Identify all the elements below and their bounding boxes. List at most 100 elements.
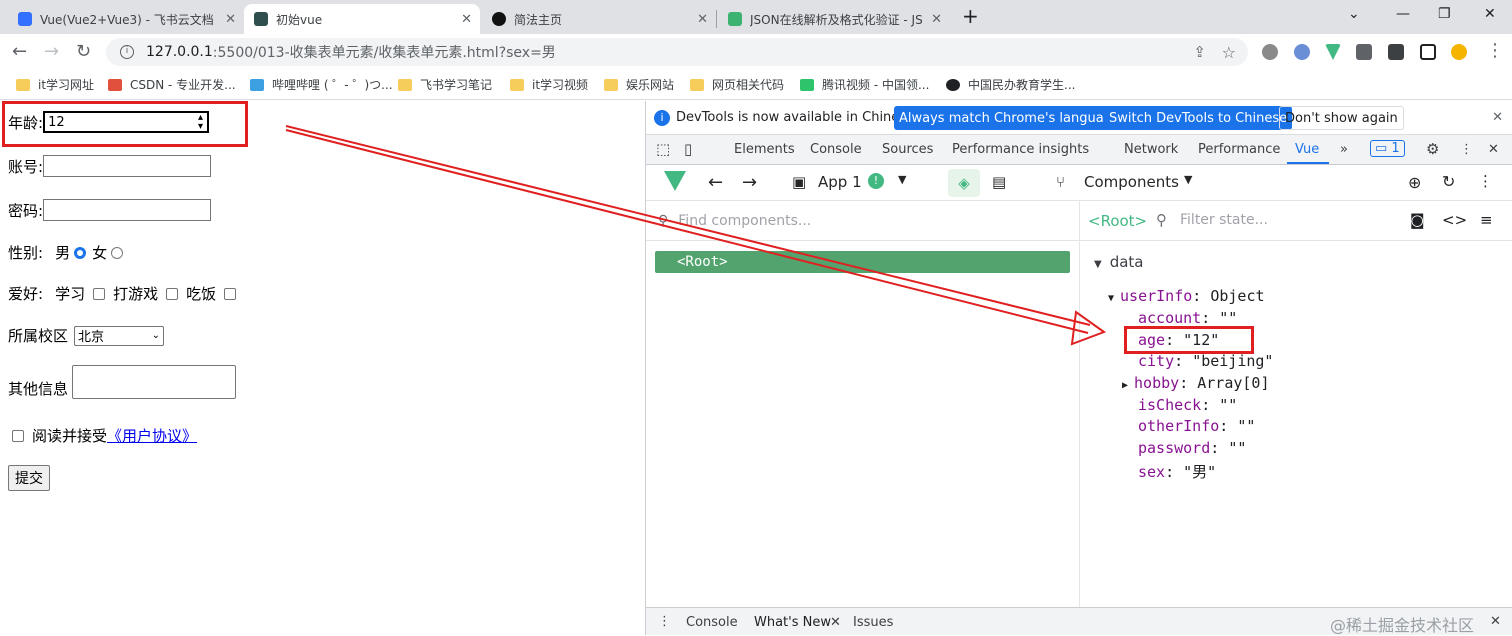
switch-to-chinese-button[interactable]: Switch DevTools to Chinese bbox=[1104, 106, 1293, 130]
browser-tab[interactable]: JSON在线解析及格式化验证 - JS ✕ bbox=[718, 4, 950, 34]
issues-badge[interactable]: ▭ 1 bbox=[1370, 140, 1405, 157]
tab-search-icon[interactable]: ⌄ bbox=[1348, 6, 1360, 22]
more-options-icon[interactable]: ⋮ bbox=[1460, 142, 1473, 157]
tab-performance[interactable]: Performance bbox=[1198, 142, 1280, 157]
find-components-bar[interactable]: ⚲ Find components... bbox=[646, 201, 1080, 241]
user-agreement-link[interactable]: 《用户协议》 bbox=[107, 425, 197, 446]
prop-row[interactable]: otherInfo: "" bbox=[1138, 417, 1255, 435]
more-tabs-icon[interactable]: » bbox=[1340, 142, 1348, 157]
forward-arrow-icon[interactable]: → bbox=[742, 172, 757, 193]
dont-show-again-button[interactable]: Don't show again bbox=[1279, 106, 1404, 130]
prop-row[interactable]: city: "beijing" bbox=[1138, 352, 1273, 370]
chevron-down-icon[interactable]: ▼ bbox=[898, 173, 906, 186]
data-section-header[interactable]: ▼ data bbox=[1094, 253, 1144, 271]
close-icon[interactable]: ✕ bbox=[1492, 110, 1503, 125]
bookmark-item[interactable]: 哔哩哔哩 ( ゜- ゜)つ... bbox=[250, 76, 393, 93]
root-tree-node[interactable]: <Root> bbox=[655, 251, 1070, 273]
prop-row[interactable]: isCheck: "" bbox=[1138, 396, 1237, 414]
submit-button[interactable]: 提交 bbox=[8, 465, 50, 491]
open-in-editor-icon[interactable]: ◙ bbox=[1410, 211, 1425, 229]
bookmark-item[interactable]: 腾讯视频 - 中国领... bbox=[800, 76, 929, 93]
target-select-icon[interactable]: ⊕ bbox=[1408, 173, 1421, 192]
password-input[interactable] bbox=[43, 199, 212, 221]
maximize-button[interactable]: ❐ bbox=[1438, 6, 1451, 22]
tab-network[interactable]: Network bbox=[1124, 142, 1178, 157]
filter-state-input[interactable]: Filter state... bbox=[1180, 212, 1268, 228]
prop-row[interactable]: ▶ hobby: Array[0] bbox=[1122, 374, 1270, 392]
tab-elements[interactable]: Elements bbox=[734, 142, 795, 157]
close-icon[interactable]: ✕ bbox=[461, 12, 472, 27]
close-icon[interactable]: ✕ bbox=[225, 12, 236, 27]
agree-checkbox[interactable] bbox=[12, 429, 24, 442]
close-icon[interactable]: ✕ bbox=[931, 12, 942, 27]
find-components-input[interactable]: Find components... bbox=[678, 213, 811, 229]
reading-list-icon[interactable] bbox=[1388, 44, 1404, 60]
drawer-tab-whats-new[interactable]: What's New bbox=[754, 615, 831, 630]
drawer-menu-icon[interactable]: ⋮ bbox=[658, 614, 671, 629]
bookmark-item[interactable]: 飞书学习笔记 bbox=[398, 76, 492, 93]
more-menu-icon[interactable]: ⋮ bbox=[1486, 40, 1504, 61]
prop-row[interactable]: password: "" bbox=[1138, 439, 1246, 457]
hobby-eat-checkbox[interactable] bbox=[224, 287, 237, 300]
window-close-button[interactable]: ✕ bbox=[1484, 6, 1496, 22]
reload-icon[interactable]: ↻ bbox=[76, 41, 91, 62]
campus-select[interactable]: 北京 ⌄ bbox=[74, 325, 165, 346]
extension-icon[interactable] bbox=[1294, 44, 1310, 60]
bookmark-item[interactable]: it学习视频 bbox=[510, 76, 588, 93]
app-selector[interactable]: App 1 bbox=[818, 173, 862, 191]
bookmark-item[interactable]: 网页相关代码 bbox=[690, 76, 784, 93]
bookmark-star-icon[interactable]: ☆ bbox=[1222, 43, 1236, 62]
female-radio[interactable] bbox=[111, 246, 124, 259]
hobby-game-checkbox[interactable] bbox=[166, 287, 179, 300]
browser-tab-active[interactable]: 初始vue ✕ bbox=[244, 4, 480, 34]
close-icon[interactable]: ✕ bbox=[830, 615, 841, 630]
device-toolbar-icon[interactable]: ▯ bbox=[684, 140, 692, 158]
extension-recycle-icon[interactable] bbox=[1262, 44, 1278, 60]
userinfo-row[interactable]: ▼ userInfo: Object bbox=[1108, 287, 1265, 305]
bookmark-item[interactable]: it学习网址 bbox=[16, 76, 94, 93]
inspect-element-icon[interactable]: ⬚ bbox=[656, 140, 670, 158]
compass-icon[interactable]: ◈ bbox=[948, 169, 980, 197]
forward-arrow-icon[interactable]: → bbox=[44, 41, 59, 62]
site-info-icon[interactable]: i bbox=[120, 45, 134, 59]
bookmark-item[interactable]: CSDN - 专业开发... bbox=[108, 76, 236, 93]
browser-tab[interactable]: Vue(Vue2+Vue3) - 飞书云文档 ✕ bbox=[8, 4, 244, 34]
back-arrow-icon[interactable]: ← bbox=[12, 41, 27, 62]
male-radio[interactable] bbox=[74, 246, 87, 259]
close-drawer-icon[interactable]: ✕ bbox=[1490, 614, 1501, 629]
side-panel-icon[interactable] bbox=[1420, 44, 1436, 60]
timeline-icon[interactable]: ▤ bbox=[992, 173, 1006, 191]
tab-console[interactable]: Console bbox=[810, 142, 862, 157]
profile-avatar[interactable] bbox=[1451, 44, 1467, 60]
share-icon[interactable]: ⇪ bbox=[1193, 43, 1206, 61]
always-match-language-button[interactable]: Always match Chrome's language bbox=[894, 106, 1125, 130]
tab-performance-insights[interactable]: Performance insights bbox=[952, 142, 1089, 157]
bookmark-item[interactable]: 中国民办教育学生... bbox=[946, 76, 1075, 93]
new-tab-button[interactable]: + bbox=[962, 4, 979, 28]
more-options-icon[interactable]: ⋮ bbox=[1478, 172, 1493, 190]
bookmark-item[interactable]: 娱乐网站 bbox=[604, 76, 674, 93]
close-icon[interactable]: ✕ bbox=[697, 12, 708, 27]
more-actions-icon[interactable]: ≡ bbox=[1480, 211, 1493, 229]
drawer-tab-console[interactable]: Console bbox=[686, 615, 738, 630]
components-selector[interactable]: Components bbox=[1084, 173, 1179, 191]
prop-row[interactable]: account: "" bbox=[1138, 309, 1237, 327]
tab-vue[interactable]: Vue bbox=[1295, 142, 1319, 157]
puzzle-extensions-icon[interactable] bbox=[1356, 44, 1372, 60]
hobby-study-checkbox[interactable] bbox=[93, 287, 106, 300]
minimize-button[interactable]: — bbox=[1396, 6, 1410, 22]
close-devtools-icon[interactable]: ✕ bbox=[1488, 142, 1499, 157]
prop-row[interactable]: sex: "男" bbox=[1138, 461, 1216, 482]
drawer-tab-issues[interactable]: Issues bbox=[853, 615, 893, 630]
other-info-textarea[interactable] bbox=[72, 365, 237, 399]
code-icon[interactable]: <> bbox=[1442, 211, 1467, 229]
browser-tab[interactable]: 简法主页 ✕ bbox=[482, 4, 716, 34]
refresh-icon[interactable]: ↻ bbox=[1442, 172, 1455, 191]
back-arrow-icon[interactable]: ← bbox=[708, 172, 723, 193]
vue-devtools-icon[interactable] bbox=[1325, 44, 1341, 60]
tab-sources[interactable]: Sources bbox=[882, 142, 933, 157]
address-bar[interactable]: i 127.0.0.1:5500/013-收集表单元素/收集表单元素.html?… bbox=[106, 38, 1248, 66]
chevron-down-icon[interactable]: ▼ bbox=[1184, 173, 1192, 186]
account-input[interactable] bbox=[43, 155, 212, 177]
settings-gear-icon[interactable]: ⚙ bbox=[1426, 140, 1439, 158]
